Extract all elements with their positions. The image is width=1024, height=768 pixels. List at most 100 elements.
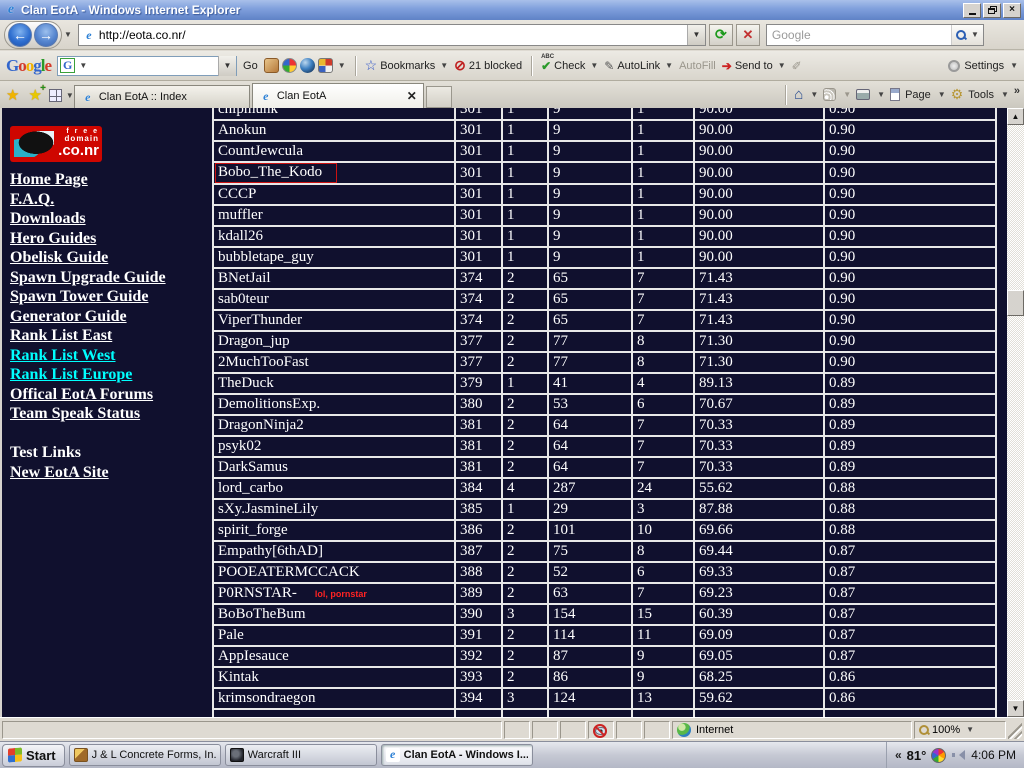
sidebar-link[interactable]: [10, 424, 210, 444]
search-box[interactable]: Google ▼: [766, 24, 984, 46]
back-button[interactable]: ←: [8, 23, 32, 47]
autofill-button[interactable]: AutoFill: [679, 60, 716, 72]
stop-button[interactable]: ✕: [736, 24, 760, 46]
google-search-dropdown[interactable]: ▼: [79, 61, 87, 70]
favorites-center-icon[interactable]: ★: [6, 86, 19, 104]
tab-clan-eota[interactable]: e Clan EotA ✕: [252, 83, 424, 108]
sidebar-link[interactable]: Rank List East: [10, 326, 210, 346]
forward-button[interactable]: →: [34, 23, 58, 47]
refresh-button[interactable]: ⟳: [709, 24, 733, 46]
google-apps-icon[interactable]: [318, 58, 333, 73]
google-apps-dropdown[interactable]: ▼: [338, 61, 346, 70]
page-menu-button[interactable]: Page: [905, 89, 931, 101]
autolink-button[interactable]: ✎ AutoLink ▼: [604, 59, 673, 73]
google-search-history-dropdown[interactable]: ▼: [218, 56, 236, 76]
sidebar-link[interactable]: Generator Guide: [10, 307, 210, 327]
home-icon[interactable]: ⌂: [794, 86, 803, 103]
tab-clan-eota-index[interactable]: e Clan EotA :: Index: [74, 85, 250, 108]
stat-cell: [632, 709, 694, 717]
taskbar-button[interactable]: J & L Concrete Forms, In...: [69, 744, 221, 766]
player-name: DragonNinja2: [218, 417, 304, 433]
address-url[interactable]: http://eota.co.nr/: [99, 28, 687, 42]
sidebar-link[interactable]: Home Page: [10, 170, 210, 190]
rank-cell: 389: [455, 583, 502, 604]
sidebar-link[interactable]: F.A.Q.: [10, 190, 210, 210]
tools-menu-button[interactable]: Tools: [968, 89, 994, 101]
stat-cell: 9: [548, 205, 632, 226]
volume-icon[interactable]: [951, 749, 963, 761]
scroll-down-button[interactable]: ▼: [1007, 700, 1024, 717]
new-tab-stub[interactable]: [426, 86, 452, 108]
freedomain-logo[interactable]: f r e e domain .co.nr: [10, 126, 102, 162]
sidebar-link[interactable]: Offical EotA Forums: [10, 385, 210, 405]
ratio-cell: [824, 709, 996, 717]
resize-grip[interactable]: [1008, 721, 1022, 739]
tab-list-dropdown[interactable]: ▼: [66, 91, 74, 100]
tray-collapse-chevron[interactable]: «: [895, 748, 902, 762]
weather-app-icon[interactable]: [931, 748, 946, 763]
page-icon[interactable]: [890, 88, 900, 101]
quick-tabs-icon[interactable]: [49, 89, 62, 102]
player-name-cell: DemolitionsExp.: [213, 394, 455, 415]
tools-gear-icon[interactable]: ⚙: [951, 86, 964, 103]
taskbar-button[interactable]: Warcraft III: [225, 744, 377, 766]
address-dropdown[interactable]: ▼: [687, 25, 705, 45]
sidebar-link[interactable]: Obelisk Guide: [10, 248, 210, 268]
sidebar-link[interactable]: Spawn Tower Guide: [10, 287, 210, 307]
sidebar-link[interactable]: Hero Guides: [10, 229, 210, 249]
sidebar-link[interactable]: Downloads: [10, 209, 210, 229]
sidebar-link[interactable]: Test Links: [10, 443, 210, 463]
ratio-cell: 0.89: [824, 373, 996, 394]
zoom-control[interactable]: 100% ▼: [914, 721, 1006, 739]
start-button[interactable]: Start: [2, 744, 65, 767]
minimize-button[interactable]: [963, 3, 981, 18]
search-options-dropdown[interactable]: ▼: [971, 30, 979, 39]
google-spiral-icon[interactable]: [282, 58, 297, 73]
google-go-button[interactable]: Go: [243, 60, 258, 72]
search-go-button[interactable]: ▼: [951, 25, 983, 45]
sidebar-link[interactable]: Rank List West: [10, 346, 210, 366]
spellcheck-button[interactable]: ABC ✔ Check ▼: [541, 59, 598, 73]
scrollbar-thumb[interactable]: [1007, 290, 1024, 316]
popup-blocker-button[interactable]: ⊘ 21 blocked: [454, 57, 522, 74]
scroll-up-button[interactable]: ▲: [1007, 108, 1024, 125]
recent-pages-dropdown[interactable]: ▼: [64, 30, 72, 39]
sidebar-link[interactable]: Team Speak Status: [10, 404, 210, 424]
zoom-dropdown[interactable]: ▼: [966, 725, 974, 734]
rank-cell: 379: [455, 373, 502, 394]
rss-feed-icon[interactable]: [823, 88, 836, 101]
rank-cell: 394: [455, 688, 502, 709]
taskbar-button[interactable]: e Clan EotA - Windows I...: [381, 744, 533, 766]
percent-cell: 71.43: [694, 289, 824, 310]
tab-close-icon[interactable]: ✕: [407, 89, 417, 103]
toolbar-overflow-chevron[interactable]: »: [1014, 85, 1020, 97]
vertical-scrollbar[interactable]: ▲ ▼: [1007, 108, 1024, 717]
search-placeholder[interactable]: Google: [772, 28, 951, 42]
close-button[interactable]: ×: [1003, 3, 1021, 18]
google-search-input[interactable]: G ▼ ▼: [57, 56, 237, 76]
sendto-button[interactable]: ➔ Send to ▼: [722, 59, 786, 73]
weather-temperature[interactable]: 81°: [907, 748, 927, 763]
google-earth-icon[interactable]: [300, 58, 315, 73]
player-name: kdall26: [218, 228, 263, 244]
stat-cell: 124: [548, 688, 632, 709]
stat-cell: 1: [632, 162, 694, 184]
highlighter-icon[interactable]: ✐: [792, 59, 802, 73]
bookmarks-button[interactable]: ☆ Bookmarks ▼: [365, 57, 449, 74]
print-icon[interactable]: [856, 89, 870, 100]
stat-cell: 154: [548, 604, 632, 625]
settings-button[interactable]: Settings: [964, 60, 1004, 72]
restore-button[interactable]: [983, 3, 1001, 18]
sidebar-link[interactable]: New EotA Site: [10, 463, 210, 483]
rank-cell: 381: [455, 457, 502, 478]
sidebar-link[interactable]: Rank List Europe: [10, 365, 210, 385]
address-bar[interactable]: e http://eota.co.nr/ ▼: [78, 24, 706, 46]
google-news-icon[interactable]: [264, 58, 279, 73]
popup-blocker-pane[interactable]: [588, 721, 614, 739]
popup-blocked-icon: ⊘: [454, 57, 466, 74]
rank-cell: 301: [455, 141, 502, 162]
sidebar-link[interactable]: Spawn Upgrade Guide: [10, 268, 210, 288]
player-name-cell: [213, 709, 455, 717]
add-favorite-icon[interactable]: ★: [28, 86, 41, 104]
ratio-cell: 0.87: [824, 562, 996, 583]
